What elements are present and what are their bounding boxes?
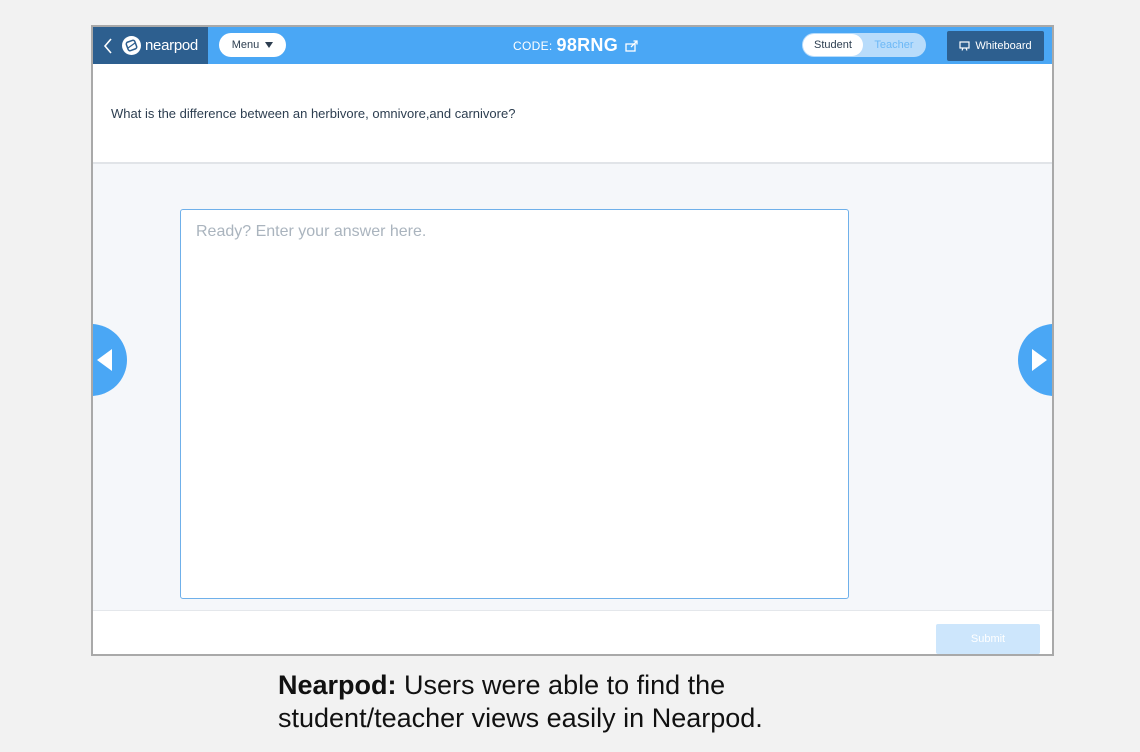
footer-bar: Submit bbox=[93, 610, 1052, 654]
back-button[interactable] bbox=[97, 27, 119, 64]
toggle-student[interactable]: Student bbox=[803, 34, 863, 56]
arrow-right-icon bbox=[1032, 349, 1047, 371]
code-value: 98RNG bbox=[556, 35, 619, 55]
arrow-left-icon bbox=[97, 349, 112, 371]
code-label: CODE: bbox=[513, 38, 553, 53]
whiteboard-button[interactable]: Whiteboard bbox=[947, 31, 1044, 61]
chevron-left-icon bbox=[103, 37, 112, 54]
next-slide-button[interactable] bbox=[1018, 324, 1052, 396]
submit-button[interactable]: Submit bbox=[936, 624, 1040, 654]
session-code[interactable]: CODE: 98RNG bbox=[513, 27, 639, 64]
whiteboard-icon bbox=[959, 41, 970, 51]
whiteboard-label: Whiteboard bbox=[975, 40, 1032, 52]
answer-box bbox=[180, 209, 849, 599]
toggle-teacher[interactable]: Teacher bbox=[864, 34, 924, 56]
top-bar: nearpod Menu CODE: 98RNG Student Teacher bbox=[93, 27, 1052, 64]
brand-name: nearpod bbox=[145, 37, 198, 54]
answer-input[interactable] bbox=[181, 210, 848, 598]
prev-slide-button[interactable] bbox=[93, 324, 127, 396]
caret-down-icon bbox=[265, 42, 274, 48]
caption-line-1: Users were able to find the bbox=[396, 670, 726, 700]
share-icon bbox=[625, 39, 638, 52]
caption-title: Nearpod: bbox=[278, 670, 397, 700]
view-toggle: Student Teacher bbox=[802, 33, 926, 57]
caption-line-2: student/teacher views easily in Nearpod. bbox=[278, 703, 763, 733]
question-panel: What is the difference between an herbiv… bbox=[93, 64, 1052, 164]
app-frame: nearpod Menu CODE: 98RNG Student Teacher bbox=[91, 25, 1054, 656]
caption: Nearpod: Users were able to find the stu… bbox=[278, 669, 898, 735]
menu-label: Menu bbox=[231, 39, 260, 51]
nearpod-logo-icon bbox=[122, 36, 141, 55]
question-text: What is the difference between an herbiv… bbox=[111, 106, 516, 121]
brand-area: nearpod bbox=[93, 27, 208, 64]
menu-button[interactable]: Menu bbox=[219, 33, 286, 57]
